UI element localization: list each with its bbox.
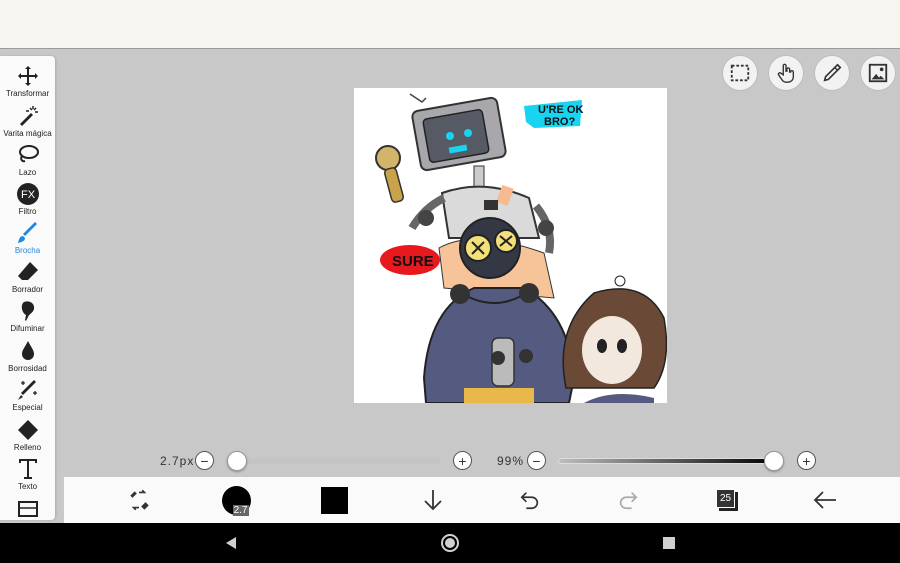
opacity-increase-button[interactable]: +: [797, 451, 816, 470]
minus-icon: −: [532, 452, 541, 469]
brush-size-badge: 2.7: [232, 504, 249, 516]
system-navigation-bar: [0, 523, 900, 563]
tool-label: Filtro: [18, 207, 37, 216]
brush-size-increase-button[interactable]: +: [453, 451, 472, 470]
toolbox: Transformar Varita mágica Lazo FX Filtro…: [0, 56, 55, 520]
tool-special[interactable]: Especial: [0, 376, 55, 414]
layers-icon: 25: [716, 489, 738, 511]
tool-frame[interactable]: [0, 494, 55, 520]
plus-icon: +: [802, 452, 811, 469]
redo-button[interactable]: [611, 477, 645, 523]
tool-label: Brocha: [14, 246, 41, 255]
tool-label: Relleno: [13, 443, 42, 452]
tool-blur[interactable]: Borrosidad: [0, 337, 55, 375]
tool-lasso[interactable]: Lazo: [0, 141, 55, 179]
nav-back-button[interactable]: [219, 531, 243, 555]
brush-size-value: 2.7px: [160, 454, 195, 468]
tool-label: Varita mágica: [3, 129, 52, 138]
fx-icon: FX: [16, 183, 39, 205]
artwork: U'RE OK BRO? SURE: [354, 93, 667, 403]
arrow-left-icon: [813, 491, 836, 509]
pen-stylus-icon: [823, 63, 842, 82]
pen-button[interactable]: [814, 55, 850, 91]
download-button[interactable]: [416, 477, 450, 523]
fill-bucket-icon: [17, 420, 38, 440]
brush-size-button[interactable]: 2.7: [219, 477, 253, 523]
brush-size-slider[interactable]: [237, 458, 440, 464]
blur-drop-icon: [21, 341, 34, 360]
color-swatch: [320, 486, 348, 514]
tool-label: Transformar: [5, 89, 50, 98]
lasso-icon: [18, 145, 39, 163]
tool-smudge[interactable]: Difuminar: [0, 297, 55, 335]
plus-icon: +: [458, 452, 467, 469]
arrow-down-icon: [424, 490, 442, 511]
nav-recents-button[interactable]: [657, 531, 681, 555]
brush-preview-icon: 2.7: [221, 485, 251, 516]
drawing-canvas[interactable]: U'RE OK BRO? SURE: [354, 88, 667, 403]
nav-home-button[interactable]: [438, 531, 462, 555]
undo-button[interactable]: [513, 477, 547, 523]
tool-label: Borrosidad: [8, 364, 47, 373]
tool-eraser[interactable]: Borrador: [0, 258, 55, 296]
brush-size-slider-thumb[interactable]: [227, 451, 247, 471]
tool-transform[interactable]: Transformar: [0, 62, 55, 100]
brush-icon: [17, 222, 37, 243]
special-pen-icon: [17, 380, 37, 400]
hand-touch-icon: [777, 63, 795, 83]
layers-button[interactable]: 25: [710, 477, 744, 523]
circle-home-icon: [441, 534, 459, 552]
bubble-left: SURE: [392, 253, 434, 270]
tool-label: Texto: [17, 482, 38, 491]
bubble-top-line1: U'RE OK: [538, 104, 583, 116]
opacity-decrease-button[interactable]: −: [527, 451, 546, 470]
back-button[interactable]: [808, 477, 842, 523]
tool-magic-wand[interactable]: Varita mágica: [0, 102, 55, 140]
frame-icon: [17, 501, 38, 517]
color-button[interactable]: [317, 477, 351, 523]
tool-brush[interactable]: Brocha: [0, 219, 55, 257]
triangle-back-icon: [226, 537, 236, 549]
top-bar: [0, 0, 900, 49]
undo-icon: [520, 492, 539, 510]
eraser-icon: [17, 262, 38, 280]
opacity-slider-thumb[interactable]: [763, 451, 784, 471]
tool-label: Difuminar: [10, 324, 45, 333]
opacity-value: 99%: [497, 454, 525, 468]
text-icon: [18, 459, 37, 479]
image-icon: [868, 63, 888, 83]
tool-label: Borrador: [11, 285, 44, 294]
minus-icon: −: [200, 452, 209, 469]
brush-size-decrease-button[interactable]: −: [195, 451, 214, 470]
smudge-icon: [21, 301, 34, 321]
move-icon: [17, 66, 38, 86]
square-recents-icon: [663, 537, 675, 549]
tool-filter[interactable]: FX Filtro: [0, 180, 55, 218]
magic-wand-icon: [19, 106, 38, 126]
redo-icon: [619, 492, 638, 510]
tool-label: Lazo: [18, 168, 37, 177]
layer-count: 25: [716, 489, 735, 508]
selection-icon: [730, 64, 750, 82]
bubble-top-line2: BRO?: [544, 116, 575, 128]
swap-brush-eraser-icon: [130, 489, 149, 511]
hand-button[interactable]: [768, 55, 804, 91]
svg-text:FX: FX: [20, 189, 35, 201]
tool-fill[interactable]: Relleno: [0, 416, 55, 454]
image-button[interactable]: [860, 55, 896, 91]
tool-label: Especial: [12, 403, 43, 412]
tool-text[interactable]: Texto: [0, 455, 55, 493]
bottom-toolbar: 2.7 25: [64, 477, 900, 523]
opacity-slider[interactable]: [558, 458, 776, 464]
selection-button[interactable]: [722, 55, 758, 91]
swap-brush-eraser-button[interactable]: [122, 477, 156, 523]
